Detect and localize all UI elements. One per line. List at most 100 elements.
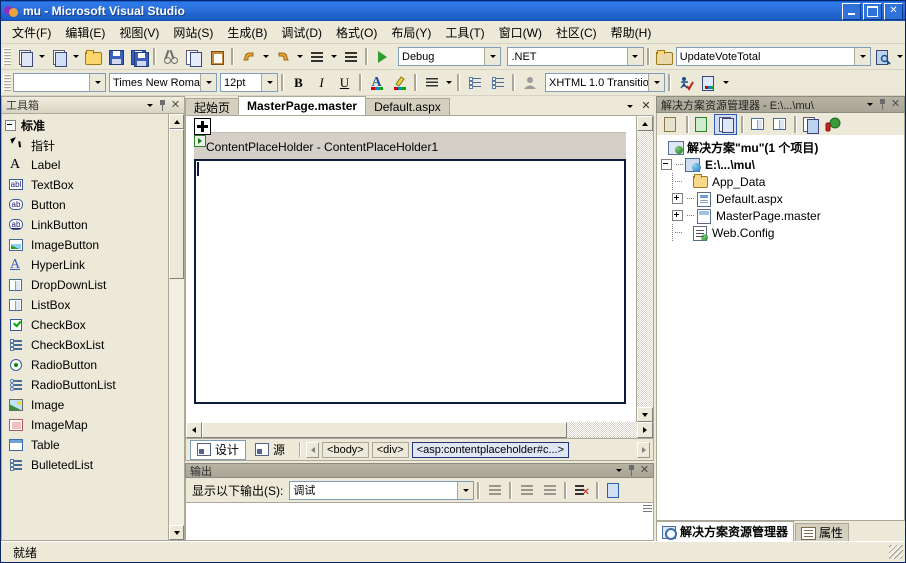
move-handle-icon[interactable] bbox=[194, 118, 211, 135]
foreground-color-icon[interactable]: A bbox=[366, 72, 387, 93]
find-combo[interactable]: UpdateVoteTotal bbox=[675, 47, 871, 66]
tag-scroll-left-button[interactable] bbox=[306, 441, 320, 458]
nest-related-files-icon[interactable] bbox=[714, 113, 737, 135]
validation-icon[interactable] bbox=[698, 72, 719, 93]
close-icon[interactable]: ✕ bbox=[638, 464, 651, 477]
toolbox-item-button[interactable]: ab Button bbox=[2, 195, 168, 215]
accessibility-check-icon[interactable] bbox=[675, 72, 696, 93]
tab-default-aspx[interactable]: Default.aspx bbox=[365, 98, 450, 115]
contentplaceholder-band[interactable]: ContentPlaceHolder - ContentPlaceHolder1 bbox=[194, 132, 626, 160]
menu-debug[interactable]: 调试(D) bbox=[274, 22, 329, 43]
menu-build[interactable]: 生成(B) bbox=[220, 22, 274, 43]
platform-combo[interactable]: .NET bbox=[507, 47, 644, 66]
resize-grip-icon[interactable] bbox=[643, 505, 652, 514]
dock-tab-solution-explorer[interactable]: 解决方案资源管理器 bbox=[656, 521, 795, 541]
scroll-left-button[interactable] bbox=[186, 422, 202, 438]
menu-layout[interactable]: 布局(Y) bbox=[384, 22, 438, 43]
redo-icon[interactable] bbox=[272, 46, 293, 67]
auto-hide-pin-icon[interactable] bbox=[876, 98, 889, 111]
menu-help[interactable]: 帮助(H) bbox=[604, 22, 659, 43]
numbering-icon[interactable] bbox=[487, 72, 508, 93]
output-filter-combo[interactable]: 调试 bbox=[289, 480, 475, 500]
highlight-color-icon[interactable] bbox=[389, 72, 410, 93]
toolbox-item-listbox[interactable]: ListBox bbox=[2, 295, 168, 315]
menu-website[interactable]: 网站(S) bbox=[166, 22, 220, 43]
smart-tag-icon[interactable] bbox=[194, 135, 206, 147]
copy-icon[interactable] bbox=[183, 46, 204, 67]
menu-format[interactable]: 格式(O) bbox=[329, 22, 384, 43]
next-message-icon[interactable] bbox=[539, 480, 560, 501]
undo-dropdown-icon[interactable] bbox=[260, 46, 271, 67]
menu-view[interactable]: 视图(V) bbox=[112, 22, 166, 43]
toolbox-item-label[interactable]: A Label bbox=[2, 155, 168, 175]
scrollbar-thumb[interactable] bbox=[169, 129, 184, 279]
design-surface[interactable]: ContentPlaceHolder - ContentPlaceHolder1 bbox=[186, 116, 636, 422]
maximize-button[interactable] bbox=[863, 2, 882, 20]
toolbox-item-bulletedlist[interactable]: BulletedList bbox=[2, 455, 168, 475]
collapse-icon[interactable] bbox=[5, 120, 16, 131]
auto-hide-pin-icon[interactable] bbox=[625, 464, 638, 477]
new-website-dropdown-icon[interactable] bbox=[70, 46, 81, 67]
toolbox-scrollbar[interactable] bbox=[168, 114, 184, 540]
toolbox-item-imagebutton[interactable]: ImageButton bbox=[2, 235, 168, 255]
new-item-icon[interactable] bbox=[14, 46, 35, 67]
navigate-back-dropdown-icon[interactable] bbox=[328, 46, 339, 67]
toolbox-item-checkbox[interactable]: CheckBox bbox=[2, 315, 168, 335]
redo-dropdown-icon[interactable] bbox=[294, 46, 305, 67]
toolbox-item-radiobutton[interactable]: RadioButton bbox=[2, 355, 168, 375]
toolbox-item-textbox[interactable]: abl TextBox bbox=[2, 175, 168, 195]
find-symbol-icon[interactable] bbox=[654, 46, 675, 67]
refresh-icon[interactable] bbox=[692, 115, 713, 134]
close-button[interactable]: ✕ bbox=[884, 2, 903, 20]
close-icon[interactable]: ✕ bbox=[169, 99, 182, 112]
toolbox-item-image[interactable]: Image bbox=[2, 395, 168, 415]
tag-body[interactable]: <body> bbox=[322, 441, 369, 458]
chevron-down-icon[interactable] bbox=[143, 99, 156, 112]
person-icon[interactable] bbox=[519, 72, 540, 93]
navigate-forward-icon[interactable] bbox=[340, 46, 361, 67]
align-dropdown-icon[interactable] bbox=[443, 72, 454, 93]
designer-horizontal-scrollbar[interactable] bbox=[185, 422, 654, 439]
bullets-icon[interactable] bbox=[464, 72, 485, 93]
chevron-down-icon[interactable] bbox=[484, 48, 501, 65]
tab-list-dropdown-icon[interactable] bbox=[622, 98, 638, 115]
save-icon[interactable] bbox=[105, 46, 126, 67]
toolbox-item-linkbutton[interactable]: ab LinkButton bbox=[2, 215, 168, 235]
start-debug-icon[interactable] bbox=[372, 46, 393, 67]
new-item-dropdown-icon[interactable] bbox=[36, 46, 47, 67]
navigate-back-icon[interactable] bbox=[306, 46, 327, 67]
chevron-down-icon[interactable] bbox=[648, 74, 664, 91]
scrollbar-track[interactable] bbox=[169, 279, 184, 525]
chevron-down-icon[interactable] bbox=[854, 48, 870, 65]
dock-tab-properties[interactable]: 属性 bbox=[795, 523, 850, 541]
design-view-button[interactable]: 设计 bbox=[190, 439, 247, 460]
expand-icon[interactable] bbox=[672, 193, 683, 204]
properties-window-icon[interactable] bbox=[661, 115, 682, 134]
toolbar-overflow-icon[interactable] bbox=[720, 72, 731, 93]
minimize-button[interactable] bbox=[842, 2, 861, 20]
toolbox-group-standard[interactable]: 标准 bbox=[2, 116, 168, 135]
style-combo[interactable] bbox=[13, 73, 106, 92]
output-text-area[interactable] bbox=[186, 502, 653, 540]
go-to-message-icon[interactable] bbox=[484, 480, 505, 501]
chevron-down-icon[interactable] bbox=[200, 74, 216, 91]
font-family-combo[interactable]: Times New Roman bbox=[109, 73, 217, 92]
cut-icon[interactable] bbox=[160, 46, 181, 67]
scrollbar-track[interactable] bbox=[637, 131, 653, 407]
scrollbar-track[interactable] bbox=[202, 422, 637, 438]
tree-row-default-aspx[interactable]: Default.aspx bbox=[661, 190, 904, 207]
doctype-combo[interactable]: XHTML 1.0 Transitional ( bbox=[545, 73, 665, 92]
scroll-up-button[interactable] bbox=[169, 114, 184, 129]
scroll-right-button[interactable] bbox=[637, 422, 653, 438]
tree-row-solution[interactable]: 解决方案"mu"(1 个项目) bbox=[661, 139, 904, 156]
open-file-icon[interactable] bbox=[82, 46, 103, 67]
copy-website-icon[interactable] bbox=[800, 115, 821, 134]
menu-file[interactable]: 文件(F) bbox=[5, 22, 58, 43]
debug-config-combo[interactable]: Debug bbox=[398, 47, 502, 66]
close-document-icon[interactable]: ✕ bbox=[638, 98, 654, 115]
tag-scroll-right-button[interactable] bbox=[637, 441, 650, 458]
source-view-button[interactable]: 源 bbox=[249, 441, 291, 459]
search-icon[interactable] bbox=[872, 46, 893, 67]
expand-icon[interactable] bbox=[672, 210, 683, 221]
chevron-down-icon[interactable] bbox=[863, 98, 876, 111]
